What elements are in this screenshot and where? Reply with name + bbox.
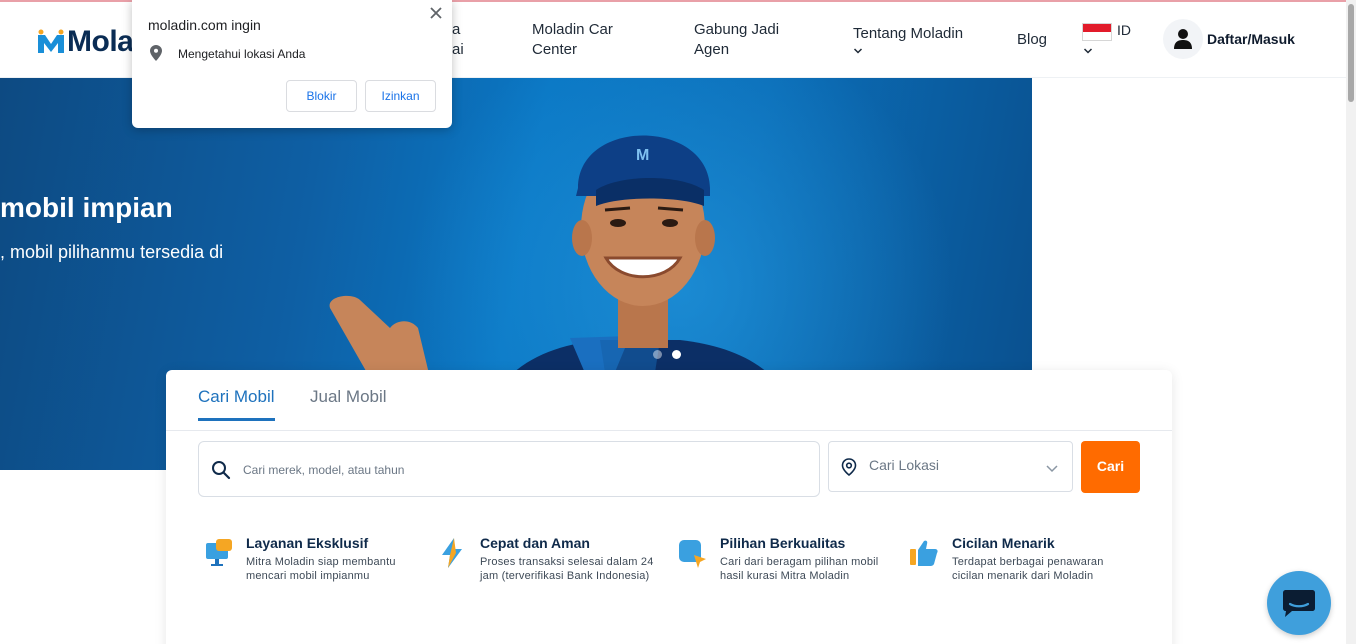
allow-button[interactable]: Izinkan [365,80,436,112]
feature-desc: Mitra Moladin siap membantu mencari mobi… [246,556,396,582]
nav-item-gabung-agen[interactable]: Gabung Jadi Agen [694,20,794,60]
quality-badge-icon [679,540,706,568]
hero-subtitle: , mobil pilihanmu tersedia di [0,242,224,262]
feature-desc: Proses transaksi selesai dalam 24 jam (t… [480,556,654,582]
search-input[interactable] [243,459,803,481]
login-label: Daftar/Masuk [1207,31,1295,47]
chevron-down-icon [853,48,863,54]
feature-title: Cepat dan Aman [480,535,590,551]
login-button[interactable]: Daftar/Masuk [1163,19,1295,59]
feature-cepat-aman: Cepat dan Aman Proses transaksi selesai … [436,535,666,583]
feature-layanan-eksklusif: Layanan Eksklusif Mitra Moladin siap mem… [202,535,422,583]
monitor-person-icon [206,539,232,566]
tab-jual-mobil[interactable]: Jual Mobil [310,387,387,418]
feature-desc: Terdapat berbagai penawaran cicilan mena… [952,556,1104,582]
logo-mark-icon [38,29,64,53]
search-field[interactable] [198,441,820,497]
chat-bubble-icon [1283,590,1315,617]
svg-text:M: M [636,147,649,164]
location-dropdown[interactable]: Cari Lokasi [828,441,1073,492]
nav-item-tentang[interactable]: Tentang Moladin [853,24,983,56]
carousel-dot-1[interactable] [653,350,662,359]
carousel-dot-2[interactable] [672,350,681,359]
feature-cicilan-menarik: Cicilan Menarik Terdapat berbagai penawa… [908,535,1128,583]
feature-title: Pilihan Berkualitas [720,535,846,551]
search-card: Cari Mobil Jual Mobil Cari Lokasi Cari L… [166,370,1172,644]
location-permission-popup: moladin.com ingin Mengetahui lokasi Anda… [132,0,452,128]
nav-item-partial[interactable]: a ai [452,20,482,60]
scrollbar-thumb[interactable] [1348,4,1354,102]
indonesia-flag-icon [1082,23,1112,41]
user-avatar [1163,19,1203,59]
location-pin-icon [150,45,162,61]
chat-button[interactable] [1267,571,1331,635]
lightning-icon [442,538,462,568]
nav-item-partial-line2: ai [452,41,464,58]
nav-item-partial-line1: a [452,21,461,38]
feature-pilihan-berkualitas: Pilihan Berkualitas Cari dari beragam pi… [676,535,896,583]
carousel-dots [653,350,681,359]
nav-item-car-center[interactable]: Moladin Car Center [532,20,642,60]
language-code: ID [1117,22,1131,38]
search-button[interactable]: Cari [1081,441,1140,493]
location-label: Cari Lokasi [869,457,940,473]
block-button[interactable]: Blokir [286,80,357,112]
language-chevron-down-icon[interactable] [1083,46,1093,56]
search-icon [212,461,231,480]
user-icon [1174,29,1192,49]
popup-title: moladin.com ingin [148,17,261,33]
feature-title: Cicilan Menarik [952,535,1055,551]
language-selector[interactable]: ID [1082,22,1131,41]
tab-cari-mobil[interactable]: Cari Mobil [198,387,275,421]
chevron-down-icon [1046,465,1058,473]
nav-item-tentang-label: Tentang Moladin [853,25,964,42]
location-pin-icon [841,458,857,476]
hero-title: mobil impian [0,192,173,223]
page-scrollbar[interactable] [1346,0,1356,644]
feature-title: Layanan Eksklusif [246,535,369,551]
nav-item-blog[interactable]: Blog [1017,30,1047,50]
close-icon[interactable] [429,6,443,20]
search-tabs: Cari Mobil Jual Mobil [166,370,1172,431]
feature-desc: Cari dari beragam pilihan mobil hasil ku… [720,556,879,582]
popup-permission-text: Mengetahui lokasi Anda [178,47,306,61]
thumbs-up-icon [910,540,938,566]
